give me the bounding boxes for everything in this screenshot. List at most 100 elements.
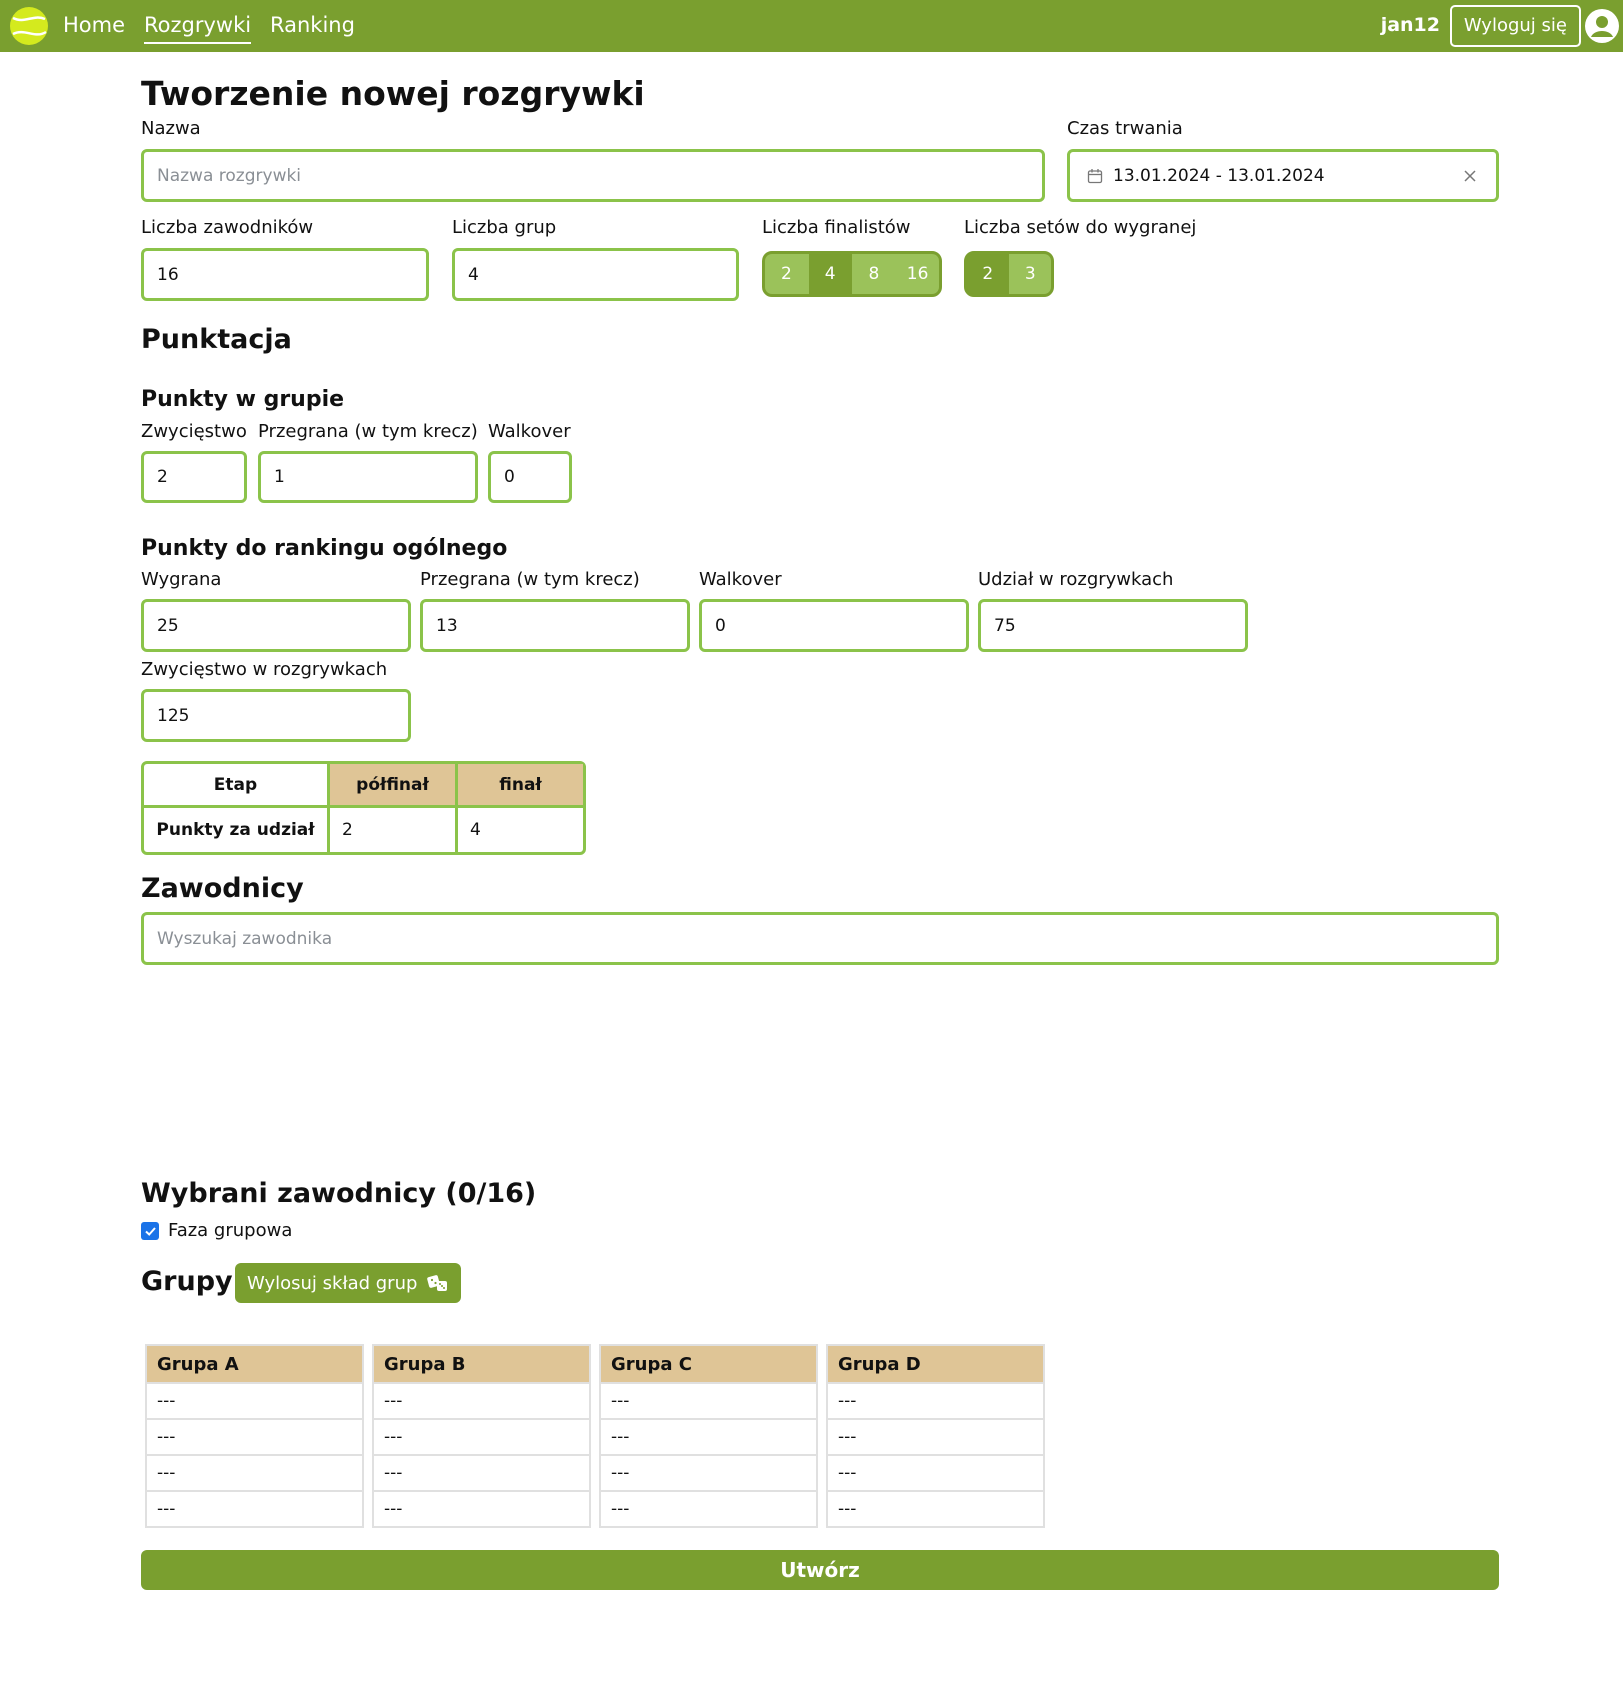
- group-c-slot-3: ---: [599, 1454, 818, 1492]
- dice-icon: [427, 1275, 448, 1291]
- group-b-slot-1: ---: [372, 1382, 591, 1420]
- finalists-option-2[interactable]: 2: [765, 254, 808, 294]
- sets-label: Liczba setów do wygranej: [964, 217, 1197, 238]
- group-win-value: 2: [157, 467, 168, 487]
- group-loss-label: Przegrana (w tym krecz): [258, 421, 478, 442]
- groups-count-value: 4: [468, 264, 479, 285]
- group-d-slot-1: ---: [826, 1382, 1045, 1420]
- groups-count-input[interactable]: 4: [452, 248, 739, 301]
- players-count-value: 16: [157, 264, 179, 285]
- ranking-win-label: Wygrana: [141, 569, 222, 590]
- ranking-participation-input[interactable]: 75: [978, 599, 1248, 652]
- group-c-name: Grupa C: [599, 1344, 818, 1384]
- stage-semifinal-input[interactable]: 2: [330, 808, 458, 852]
- group-d-table: Grupa D --- --- --- ---: [826, 1344, 1045, 1528]
- group-c-slot-2: ---: [599, 1418, 818, 1456]
- group-points-heading: Punkty w grupie: [141, 387, 345, 412]
- draw-groups-button[interactable]: Wylosuj skład grup: [235, 1263, 462, 1303]
- draw-groups-label: Wylosuj skład grup: [247, 1272, 418, 1294]
- tournament-name-placeholder: Nazwa rozgrywki: [157, 165, 302, 186]
- group-a-name: Grupa A: [145, 1344, 364, 1384]
- players-heading: Zawodnicy: [141, 873, 304, 904]
- stage-points-table: Etap półfinał finał Punkty za udział 2 4: [141, 761, 586, 855]
- stage-header-etap: Etap: [144, 764, 330, 808]
- ranking-loss-input[interactable]: 13: [420, 599, 690, 652]
- sets-toggle-group: 2 3: [964, 251, 1054, 297]
- group-b-slot-4: ---: [372, 1490, 591, 1528]
- finalists-toggle-group: 2 4 8 16: [762, 251, 942, 297]
- nav-home-link[interactable]: Home: [63, 0, 125, 52]
- ranking-walkover-label: Walkover: [699, 569, 782, 590]
- tournament-win-input[interactable]: 125: [141, 689, 411, 742]
- group-c-table: Grupa C --- --- --- ---: [599, 1344, 818, 1528]
- ranking-walkover-value: 0: [715, 615, 726, 636]
- players-count-input[interactable]: 16: [141, 248, 429, 301]
- group-b-table: Grupa B --- --- --- ---: [372, 1344, 591, 1528]
- ranking-loss-value: 13: [436, 615, 458, 636]
- group-a-table: Grupa A --- --- --- ---: [145, 1344, 364, 1528]
- ranking-win-value: 25: [157, 615, 179, 636]
- group-win-input[interactable]: 2: [141, 451, 247, 503]
- name-label: Nazwa: [141, 118, 201, 139]
- finalists-option-8[interactable]: 8: [851, 254, 896, 294]
- ranking-participation-value: 75: [994, 615, 1016, 636]
- group-a-slot-4: ---: [145, 1490, 364, 1528]
- selected-players-heading: Wybrani zawodnicy (0/16): [141, 1178, 537, 1209]
- nav-rozgrywki-link[interactable]: Rozgrywki: [144, 0, 252, 52]
- group-phase-checkbox[interactable]: [141, 1222, 159, 1240]
- sets-option-3[interactable]: 3: [1008, 254, 1051, 294]
- group-c-slot-4: ---: [599, 1490, 818, 1528]
- stage-final-input[interactable]: 4: [458, 808, 583, 852]
- nav-ranking-link[interactable]: Ranking: [270, 0, 355, 52]
- group-walkover-value: 0: [504, 467, 515, 487]
- group-b-slot-3: ---: [372, 1454, 591, 1492]
- scoring-heading: Punktacja: [141, 324, 292, 355]
- group-walkover-label: Walkover: [488, 421, 571, 442]
- groups-count-label: Liczba grup: [452, 217, 557, 238]
- finalists-option-4[interactable]: 4: [807, 254, 852, 294]
- create-button[interactable]: Utwórz: [141, 1550, 1499, 1590]
- tournament-win-label: Zwycięstwo w rozgrywkach: [141, 659, 388, 680]
- player-search-placeholder: Wyszukaj zawodnika: [157, 928, 333, 949]
- group-d-slot-3: ---: [826, 1454, 1045, 1492]
- username: jan12: [1380, 14, 1440, 36]
- stage-header-semifinal: półfinał: [330, 764, 458, 808]
- tournament-name-input[interactable]: Nazwa rozgrywki: [141, 149, 1045, 202]
- duration-date-picker[interactable]: 13.01.2024 - 13.01.2024: [1067, 149, 1499, 202]
- sets-option-2[interactable]: 2: [967, 254, 1009, 294]
- group-d-slot-2: ---: [826, 1418, 1045, 1456]
- ranking-walkover-input[interactable]: 0: [699, 599, 969, 652]
- tournament-win-value: 125: [157, 705, 190, 726]
- group-b-slot-2: ---: [372, 1418, 591, 1456]
- duration-value: 13.01.2024 - 13.01.2024: [1113, 165, 1325, 186]
- duration-label: Czas trwania: [1067, 118, 1183, 139]
- group-loss-input[interactable]: 1: [258, 451, 478, 503]
- calendar-icon: [1087, 168, 1103, 183]
- group-b-name: Grupa B: [372, 1344, 591, 1384]
- user-avatar-icon[interactable]: [1584, 8, 1620, 44]
- players-count-label: Liczba zawodników: [141, 217, 314, 238]
- ranking-participation-label: Udział w rozgrywkach: [978, 569, 1174, 590]
- groups-heading: Grupy: [141, 1266, 233, 1297]
- finalists-option-16[interactable]: 16: [895, 254, 939, 294]
- group-d-slot-4: ---: [826, 1490, 1045, 1528]
- tennis-ball-logo-icon[interactable]: [9, 6, 49, 46]
- ranking-win-input[interactable]: 25: [141, 599, 411, 652]
- ranking-loss-label: Przegrana (w tym krecz): [420, 569, 640, 590]
- player-search-input[interactable]: Wyszukaj zawodnika: [141, 912, 1499, 965]
- clear-date-icon[interactable]: [1463, 169, 1477, 183]
- group-loss-value: 1: [274, 467, 285, 487]
- page-title: Tworzenie nowej rozgrywki: [141, 74, 645, 113]
- logout-button[interactable]: Wyloguj się: [1449, 5, 1581, 47]
- group-a-slot-2: ---: [145, 1418, 364, 1456]
- group-a-slot-3: ---: [145, 1454, 364, 1492]
- stage-row-label: Punkty za udział: [144, 808, 330, 852]
- stage-header-final: finał: [458, 764, 583, 808]
- ranking-points-heading: Punkty do rankingu ogólnego: [141, 536, 508, 561]
- group-c-slot-1: ---: [599, 1382, 818, 1420]
- group-win-label: Zwycięstwo: [141, 421, 247, 442]
- finalists-label: Liczba finalistów: [762, 217, 911, 238]
- group-walkover-input[interactable]: 0: [488, 451, 572, 503]
- navbar: Home Rozgrywki Ranking jan12 Wyloguj się: [0, 0, 1623, 52]
- group-a-slot-1: ---: [145, 1382, 364, 1420]
